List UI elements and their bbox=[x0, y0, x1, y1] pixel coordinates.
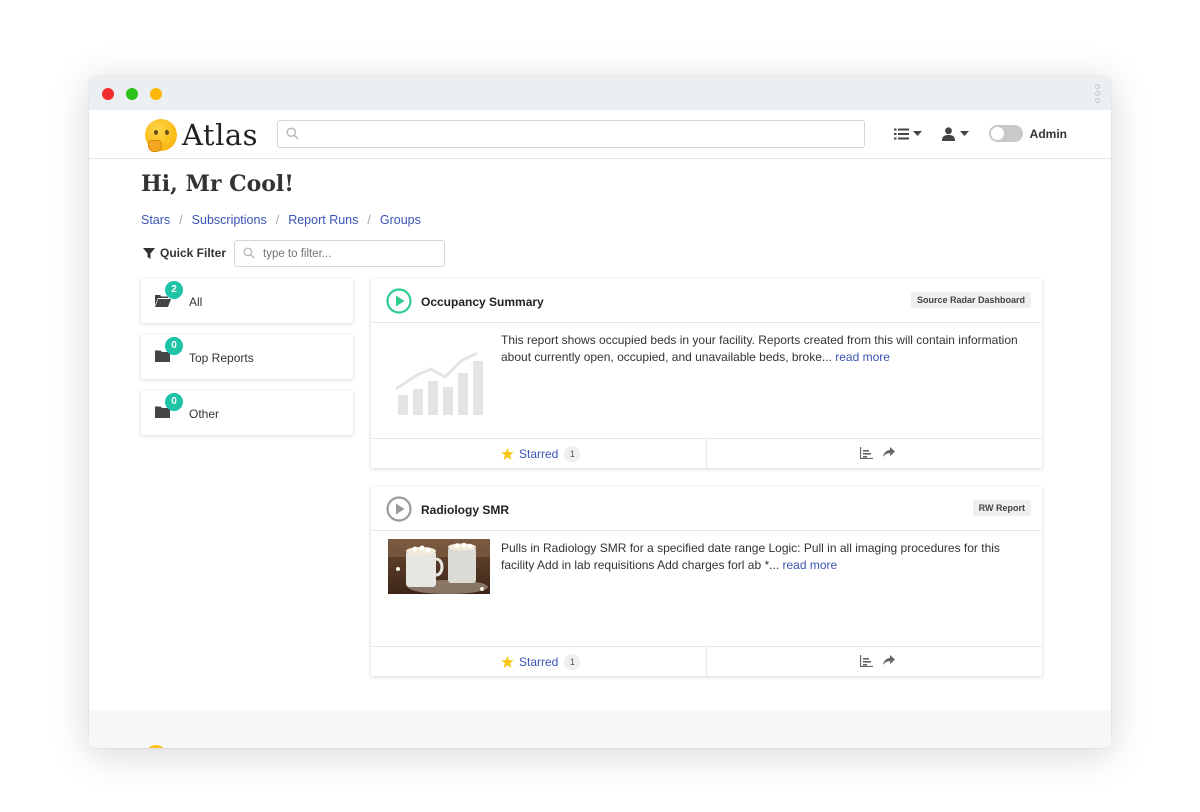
star-count: 1 bbox=[564, 446, 581, 462]
thinking-face-icon bbox=[145, 119, 177, 152]
read-more-link[interactable]: read more bbox=[783, 558, 838, 572]
breadcrumb-subscriptions[interactable]: Subscriptions bbox=[192, 213, 267, 227]
group-label: All bbox=[189, 295, 203, 309]
group-count-badge: 0 bbox=[165, 337, 183, 355]
report-description: Pulls in Radiology SMR for a specified d… bbox=[501, 541, 1000, 572]
report-card-header: Occupancy Summary Source Radar Dashboard bbox=[371, 279, 1042, 323]
report-card: Radiology SMR RW Report Pulls in Radiolo… bbox=[371, 487, 1042, 676]
breadcrumb-groups[interactable]: Groups bbox=[380, 213, 421, 227]
play-icon[interactable] bbox=[386, 496, 412, 522]
chart-placeholder-icon bbox=[395, 351, 483, 415]
search-input[interactable] bbox=[277, 120, 865, 148]
group-item-other[interactable]: 0 Other bbox=[141, 391, 353, 435]
page-title: Hi, Mr Cool! bbox=[141, 171, 294, 197]
group-item-all[interactable]: 2 All bbox=[141, 279, 353, 323]
share-icon[interactable] bbox=[882, 447, 895, 459]
maximize-window-button[interactable] bbox=[150, 88, 162, 100]
starred-button[interactable]: Starred 1 bbox=[501, 654, 581, 670]
report-title[interactable]: Occupancy Summary bbox=[421, 295, 544, 309]
breadcrumb-report-runs[interactable]: Report Runs bbox=[288, 213, 358, 227]
report-runs-icon[interactable] bbox=[859, 655, 873, 667]
list-icon bbox=[893, 128, 909, 139]
app-logo[interactable]: Atlas bbox=[145, 118, 258, 152]
admin-toggle[interactable] bbox=[988, 125, 1023, 142]
app-name: Atlas bbox=[182, 118, 259, 152]
filter-icon bbox=[143, 247, 155, 259]
starred-button[interactable]: Starred 1 bbox=[501, 446, 581, 462]
search-icon bbox=[286, 127, 299, 140]
user-icon bbox=[941, 126, 955, 141]
window-titlebar bbox=[89, 76, 1111, 110]
report-card: Occupancy Summary Source Radar Dashboard… bbox=[371, 279, 1042, 468]
user-menu-button[interactable] bbox=[941, 126, 969, 141]
quick-filter-label: Quick Filter bbox=[143, 246, 226, 260]
star-icon bbox=[501, 448, 514, 460]
report-card-footer: Starred 1 bbox=[371, 439, 1042, 468]
window-menu-icon[interactable] bbox=[1095, 84, 1101, 105]
share-icon[interactable] bbox=[882, 655, 895, 667]
play-icon[interactable] bbox=[386, 288, 412, 314]
group-count-badge: 0 bbox=[165, 393, 183, 411]
report-runs-icon[interactable] bbox=[859, 447, 873, 459]
top-navbar: Atlas Admin bbox=[89, 110, 1111, 159]
group-count-badge: 2 bbox=[165, 281, 183, 299]
browser-window: Atlas Admin Hi, Mr Cool! Stars / Subscri… bbox=[89, 76, 1111, 748]
cocoa-mugs-photo bbox=[388, 539, 490, 594]
page-footer bbox=[89, 710, 1111, 748]
report-type-badge: Source Radar Dashboard bbox=[910, 292, 1031, 308]
report-card-footer: Starred 1 bbox=[371, 647, 1042, 676]
report-title[interactable]: Radiology SMR bbox=[421, 503, 509, 517]
report-card-body: Pulls in Radiology SMR for a specified d… bbox=[371, 531, 1042, 647]
minimize-window-button[interactable] bbox=[126, 88, 138, 100]
report-card-header: Radiology SMR RW Report bbox=[371, 487, 1042, 531]
caret-down-icon bbox=[959, 130, 969, 136]
read-more-link[interactable]: read more bbox=[835, 350, 890, 364]
report-description: This report shows occupied beds in your … bbox=[501, 333, 1018, 364]
report-card-body: This report shows occupied beds in your … bbox=[371, 323, 1042, 439]
group-label: Other bbox=[189, 407, 220, 421]
breadcrumb: Stars / Subscriptions / Report Runs / Gr… bbox=[141, 213, 421, 227]
group-item-top-reports[interactable]: 0 Top Reports bbox=[141, 335, 353, 379]
star-count: 1 bbox=[564, 654, 581, 670]
close-window-button[interactable] bbox=[102, 88, 114, 100]
quick-filter-input[interactable] bbox=[234, 240, 445, 267]
search-icon bbox=[243, 247, 255, 259]
breadcrumb-stars[interactable]: Stars bbox=[141, 213, 170, 227]
report-type-badge: RW Report bbox=[972, 500, 1031, 516]
admin-label: Admin bbox=[1029, 126, 1067, 141]
list-menu-button[interactable] bbox=[893, 128, 922, 140]
caret-down-icon bbox=[912, 130, 922, 136]
star-icon bbox=[501, 656, 514, 668]
group-label: Top Reports bbox=[189, 351, 254, 365]
